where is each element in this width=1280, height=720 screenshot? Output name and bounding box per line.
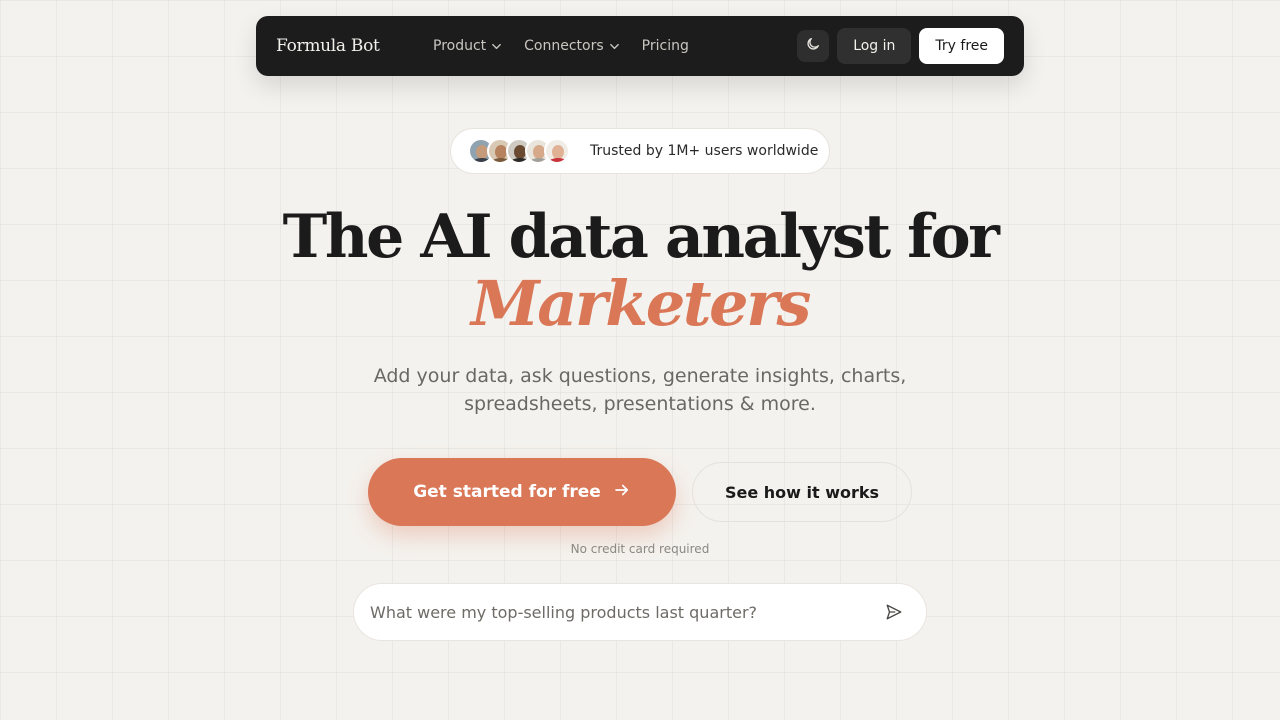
send-icon[interactable] (884, 602, 904, 622)
avatar-stack (468, 138, 570, 164)
avatar (544, 138, 570, 164)
get-started-label: Get started for free (413, 482, 601, 502)
nav-links: Product Connectors Pricing (433, 38, 711, 54)
see-how-it-works-button[interactable]: See how it works (692, 462, 912, 522)
nav-link-label: Connectors (524, 38, 604, 54)
nav-actions: Log in Try free (797, 28, 1004, 64)
trust-badge: Trusted by 1M+ users worldwide (450, 128, 830, 174)
top-navbar: Formula Bot Product Connectors Pricing L… (256, 16, 1024, 76)
get-started-button[interactable]: Get started for free (368, 458, 676, 526)
nav-link-label: Product (433, 38, 487, 54)
prompt-box (353, 583, 927, 641)
hero-headline: The AI data analyst for Marketers (0, 202, 1280, 336)
chevron-down-icon (609, 41, 620, 52)
nav-link-pricing[interactable]: Pricing (642, 38, 689, 54)
logo[interactable]: Formula Bot (276, 36, 433, 56)
nav-link-label: Pricing (641, 38, 689, 54)
no-credit-card-note: No credit card required (570, 542, 710, 556)
chevron-down-icon (491, 41, 502, 52)
prompt-input[interactable] (370, 602, 884, 622)
nav-link-product[interactable]: Product (433, 38, 502, 54)
headline-accent: Marketers (471, 267, 811, 340)
nav-link-connectors[interactable]: Connectors (524, 38, 620, 54)
headline-line: The AI data analyst for (282, 202, 1000, 272)
try-free-button[interactable]: Try free (919, 28, 1004, 64)
trust-text: Trusted by 1M+ users worldwide (590, 143, 819, 159)
moon-icon (805, 36, 821, 56)
login-button[interactable]: Log in (837, 28, 912, 64)
theme-toggle-button[interactable] (797, 30, 830, 62)
hero-subtitle: Add your data, ask questions, generate i… (373, 365, 907, 415)
arrow-right-icon (613, 481, 631, 504)
